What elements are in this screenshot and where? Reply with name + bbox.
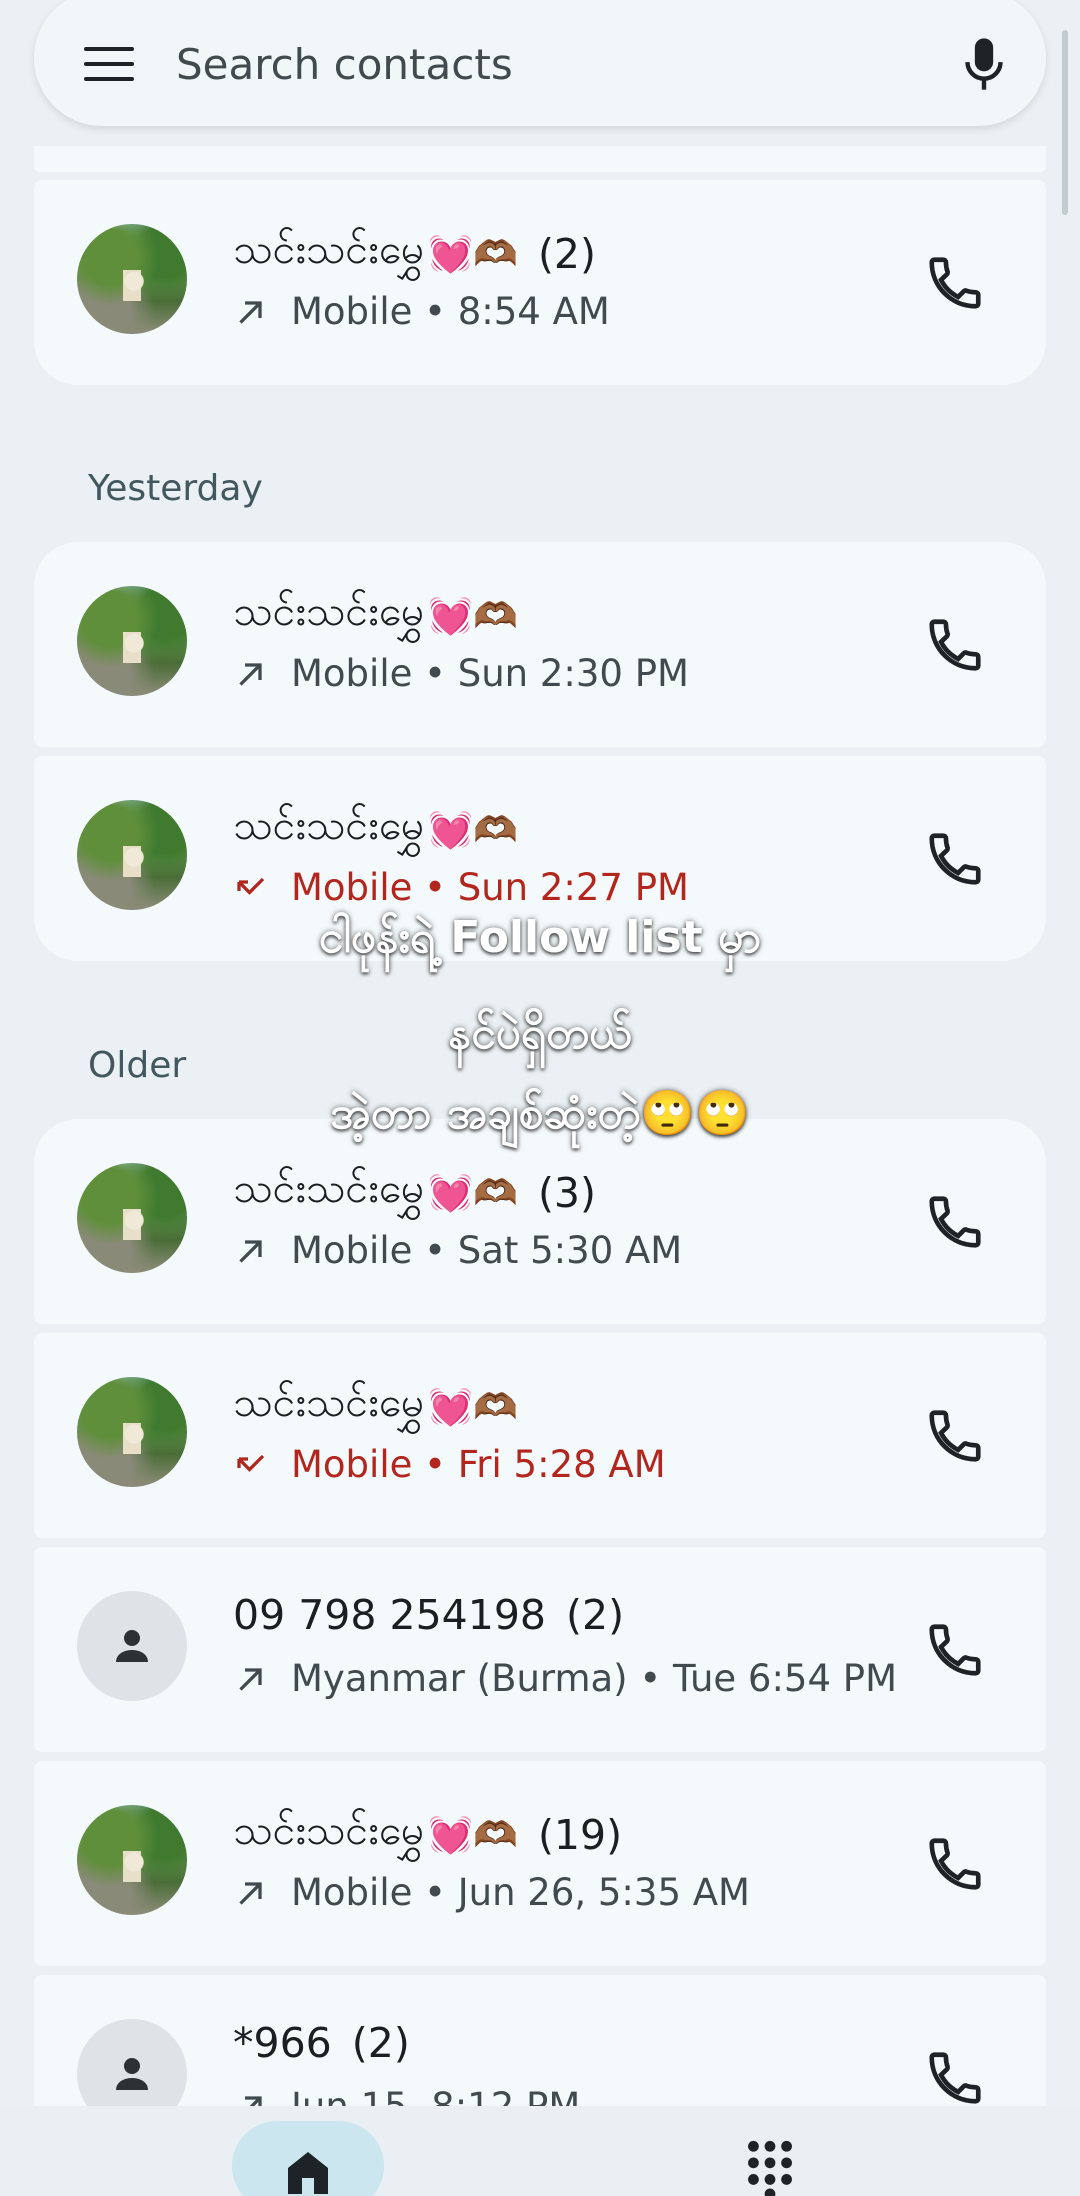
arrow-outgoing-icon — [239, 1239, 262, 1263]
avatar — [77, 1591, 187, 1701]
contact-name: သင်းသင်းမွှေ 💓🫶🏾 — [233, 801, 518, 851]
overlay-caption-line-3: အဲ့တာ အချစ်ဆုံးတဲ့🙄🙄 — [330, 1088, 750, 1139]
phone-icon[interactable] — [924, 614, 986, 676]
avatar — [77, 224, 187, 334]
missed-call-icon — [237, 877, 265, 895]
arrow-outgoing-icon — [239, 1667, 262, 1691]
call-detail: Mobile • Sat 5:30 AM — [233, 1229, 682, 1272]
contact-name: သင်းသင်းမွှေ 💓🫶🏾 — [233, 1378, 518, 1428]
avatar — [77, 2019, 187, 2106]
search-input[interactable]: Search contacts — [176, 40, 962, 89]
contact-name: 09 798 254198 (2) — [233, 1591, 625, 1639]
arrow-outgoing-icon — [245, 2095, 262, 2106]
call-detail: Mobile • Fri 5:28 AM — [233, 1443, 666, 1486]
call-log-item[interactable]: 09 798 254198 (2) Myanmar (Burma) • Tue 6… — [34, 1547, 1046, 1752]
arrow-outgoing-icon — [239, 662, 262, 686]
contact-name: သင်းသင်းမွှေ 💓🫶🏾 (19) — [233, 1806, 623, 1859]
phone-icon[interactable] — [924, 252, 986, 314]
phone-icon[interactable] — [924, 1833, 986, 1895]
phone-icon[interactable] — [924, 1191, 986, 1253]
call-detail: Jun 15, 8:12 PM — [233, 2085, 580, 2106]
section-header-yesterday: Yesterday — [88, 468, 263, 509]
overlay-caption-line-2: နင်ပဲရှိတယ် — [448, 1008, 632, 1059]
arrow-outgoing-icon — [239, 300, 262, 324]
call-log-item[interactable]: သင်းသင်းမွှေ 💓🫶🏾 Mobile • Sun 2:30 PM — [34, 542, 1046, 747]
avatar — [77, 1377, 187, 1487]
microphone-icon[interactable] — [962, 34, 1006, 94]
call-log-item[interactable]: သင်းသင်းမွှေ 💓🫶🏾 (2) Mobile • 8:54 AM — [34, 180, 1046, 385]
dialpad-icon[interactable] — [745, 2138, 795, 2196]
call-log-item[interactable]: သင်းသင်းမွှေ 💓🫶🏾 Mobile • Fri 5:28 AM — [34, 1333, 1046, 1538]
hamburger-menu-icon[interactable] — [84, 47, 134, 81]
scrollbar[interactable] — [1062, 30, 1068, 215]
search-bar[interactable]: Search contacts — [34, 0, 1046, 126]
call-log-item[interactable]: သင်းသင်းမွှေ 💓🫶🏾 (19) Mobile • Jun 26, 5:3… — [34, 1761, 1046, 1966]
previous-card-edge — [34, 146, 1046, 172]
avatar — [77, 800, 187, 910]
call-detail: Mobile • Jun 26, 5:35 AM — [233, 1871, 750, 1914]
avatar — [77, 586, 187, 696]
avatar — [77, 1805, 187, 1915]
person-icon — [116, 1630, 148, 1662]
call-detail: Mobile • Sun 2:30 PM — [233, 652, 689, 695]
person-icon — [116, 2058, 148, 2090]
contact-name: သင်းသင်းမွှေ 💓🫶🏾 (2) — [233, 225, 597, 278]
missed-call-icon — [237, 1454, 265, 1472]
call-detail: Mobile • 8:54 AM — [233, 290, 610, 333]
contact-name: သင်းသင်းမွှေ 💓🫶🏾 (3) — [233, 1164, 597, 1217]
overlay-caption-line-1: ငါဖုန်းရဲ့ Follow list မှာ — [318, 912, 762, 963]
contact-name: *966 (2) — [233, 2019, 410, 2067]
call-detail: Mobile • Sun 2:27 PM — [233, 866, 689, 909]
contact-name: သင်းသင်းမွှေ 💓🫶🏾 — [233, 587, 518, 637]
phone-icon[interactable] — [924, 1619, 986, 1681]
phone-icon[interactable] — [924, 2047, 986, 2106]
call-detail: Myanmar (Burma) • Tue 6:54 PM — [233, 1657, 897, 1700]
avatar — [77, 1163, 187, 1273]
arrow-outgoing-icon — [239, 1881, 262, 1905]
call-log-item[interactable]: *966(2) Jun 15, 8:12 PM — [34, 1975, 1046, 2106]
phone-icon[interactable] — [924, 828, 986, 890]
bottom-navigation — [0, 2106, 1080, 2196]
home-icon[interactable] — [283, 2148, 333, 2196]
phone-icon[interactable] — [924, 1405, 986, 1467]
